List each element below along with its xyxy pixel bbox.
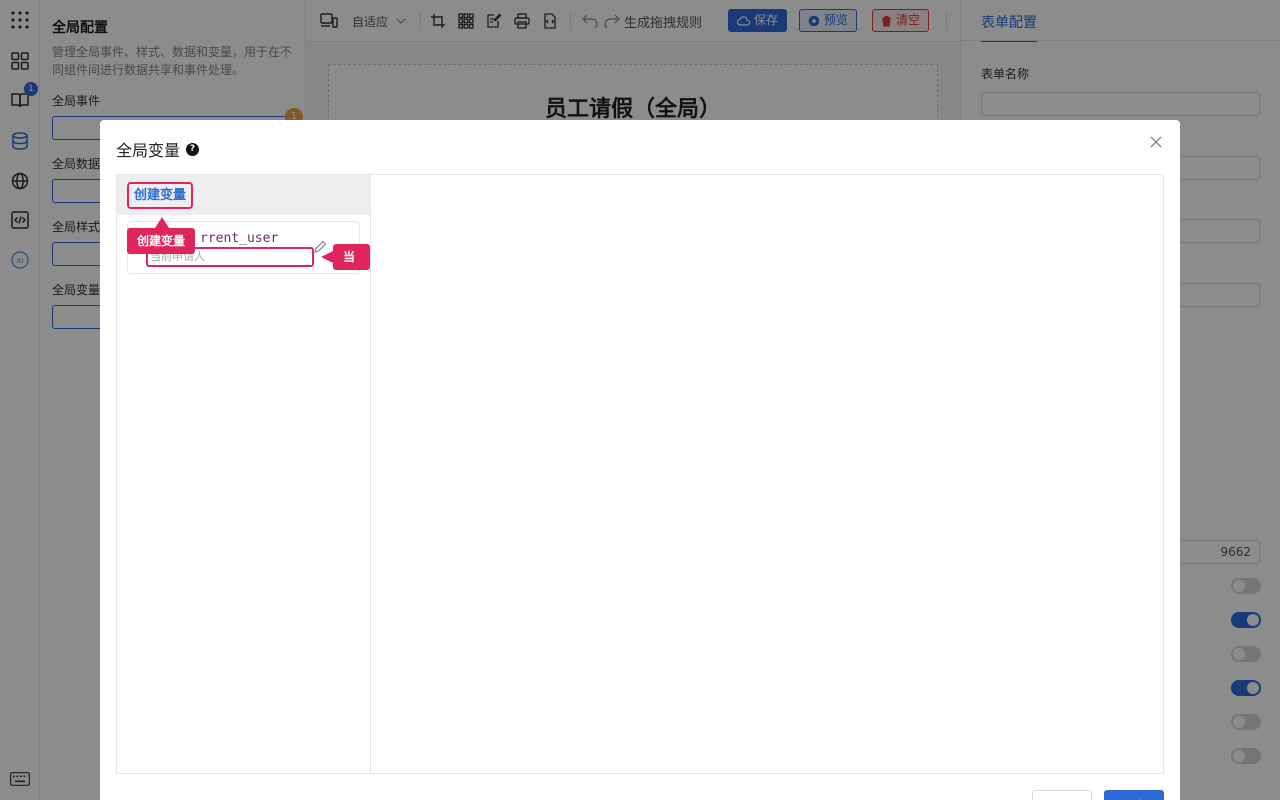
modal-title: 全局变量 ? xyxy=(116,137,200,161)
annotation-description: 当前申请人 xyxy=(321,244,370,368)
create-variable-button[interactable]: 创建变量 xyxy=(127,182,194,209)
modal-title-text: 全局变量 xyxy=(116,141,181,160)
global-variables-modal: 全局变量 ? 创建变量 rrent_user 当前申请人 ⋯ 创建变量 当前申请… xyxy=(100,120,1180,800)
help-icon[interactable]: ? xyxy=(186,142,200,156)
annotation-create-variable: 创建变量 xyxy=(127,217,196,254)
cancel-button[interactable]: 取消 xyxy=(1032,790,1092,800)
variable-list-header: 创建变量 xyxy=(117,175,371,215)
close-icon[interactable] xyxy=(1148,134,1164,150)
confirm-button[interactable]: 确定 xyxy=(1104,790,1164,800)
variable-name: rrent_user xyxy=(200,231,279,246)
variable-list-panel: 创建变量 rrent_user 当前申请人 ⋯ 创建变量 当前申请人 xyxy=(117,175,371,773)
variable-detail-panel xyxy=(371,175,1163,773)
modal-body: 创建变量 rrent_user 当前申请人 ⋯ 创建变量 当前申请人 xyxy=(116,174,1164,774)
